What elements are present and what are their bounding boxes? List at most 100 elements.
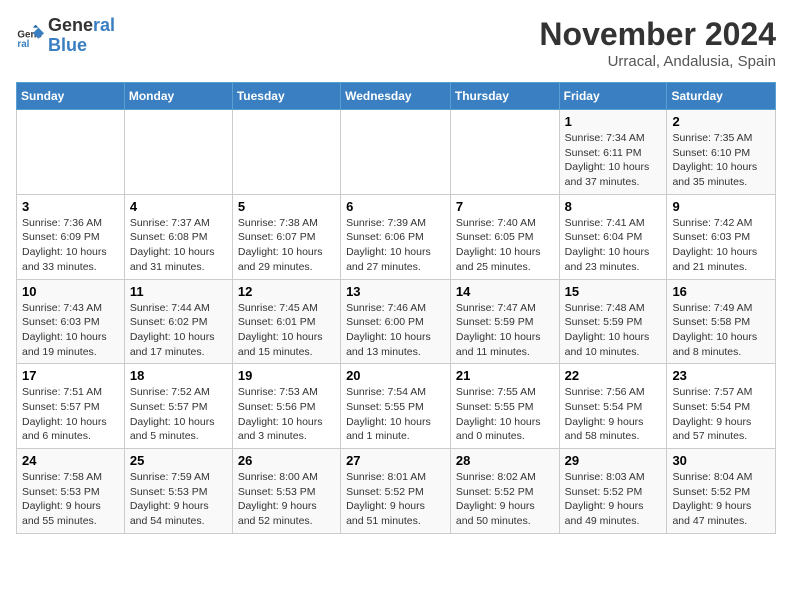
calendar-cell: [341, 110, 451, 195]
day-number: 4: [130, 199, 227, 214]
location: Urracal, Andalusia, Spain: [539, 53, 776, 70]
day-info: Sunrise: 7:47 AM Sunset: 5:59 PM Dayligh…: [456, 301, 554, 360]
header-monday: Monday: [124, 83, 232, 110]
day-info: Sunrise: 7:43 AM Sunset: 6:03 PM Dayligh…: [22, 301, 119, 360]
calendar-cell: 23 Sunrise: 7:57 AM Sunset: 5:54 PM Dayli…: [667, 364, 776, 449]
day-number: 18: [130, 368, 227, 383]
day-info: Sunrise: 7:34 AM Sunset: 6:11 PM Dayligh…: [565, 131, 662, 190]
calendar-cell: 13 Sunrise: 7:46 AM Sunset: 6:00 PM Dayli…: [341, 279, 451, 364]
calendar-cell: 4 Sunrise: 7:37 AM Sunset: 6:08 PM Daylig…: [124, 194, 232, 279]
day-info: Sunrise: 8:04 AM Sunset: 5:52 PM Dayligh…: [672, 470, 770, 529]
day-number: 26: [238, 453, 335, 468]
day-number: 30: [672, 453, 770, 468]
logo-text: GeneralBlue: [48, 16, 115, 56]
calendar-cell: [124, 110, 232, 195]
day-number: 24: [22, 453, 119, 468]
svg-text:ral: ral: [17, 39, 29, 50]
day-info: Sunrise: 7:45 AM Sunset: 6:01 PM Dayligh…: [238, 301, 335, 360]
day-number: 19: [238, 368, 335, 383]
month-title: November 2024: [539, 16, 776, 53]
calendar-cell: 14 Sunrise: 7:47 AM Sunset: 5:59 PM Dayli…: [450, 279, 559, 364]
calendar-cell: 11Sunrise: 7:44 AM Sunset: 6:02 PM Dayli…: [124, 279, 232, 364]
day-number: 21: [456, 368, 554, 383]
day-number: 28: [456, 453, 554, 468]
day-number: 17: [22, 368, 119, 383]
calendar-cell: 6 Sunrise: 7:39 AM Sunset: 6:06 PM Daylig…: [341, 194, 451, 279]
calendar-cell: 3 Sunrise: 7:36 AM Sunset: 6:09 PM Daylig…: [17, 194, 125, 279]
day-number: 22: [565, 368, 662, 383]
calendar-cell: 16 Sunrise: 7:49 AM Sunset: 5:58 PM Dayli…: [667, 279, 776, 364]
day-number: 6: [346, 199, 445, 214]
day-number: 3: [22, 199, 119, 214]
calendar-cell: 30 Sunrise: 8:04 AM Sunset: 5:52 PM Dayli…: [667, 449, 776, 534]
calendar-cell: 18 Sunrise: 7:52 AM Sunset: 5:57 PM Dayli…: [124, 364, 232, 449]
day-number: 7: [456, 199, 554, 214]
day-info: Sunrise: 8:02 AM Sunset: 5:52 PM Dayligh…: [456, 470, 554, 529]
calendar-table: SundayMondayTuesdayWednesdayThursdayFrid…: [16, 82, 776, 534]
calendar-cell: 22 Sunrise: 7:56 AM Sunset: 5:54 PM Dayli…: [559, 364, 667, 449]
title-area: November 2024 Urracal, Andalusia, Spain: [539, 16, 776, 70]
day-number: 16: [672, 284, 770, 299]
day-number: 12: [238, 284, 335, 299]
day-info: Sunrise: 7:38 AM Sunset: 6:07 PM Dayligh…: [238, 216, 335, 275]
calendar-header-row: SundayMondayTuesdayWednesdayThursdayFrid…: [17, 83, 776, 110]
header-wednesday: Wednesday: [341, 83, 451, 110]
day-number: 8: [565, 199, 662, 214]
day-info: Sunrise: 7:59 AM Sunset: 5:53 PM Dayligh…: [130, 470, 227, 529]
calendar-cell: 26 Sunrise: 8:00 AM Sunset: 5:53 PM Dayli…: [232, 449, 340, 534]
day-info: Sunrise: 7:41 AM Sunset: 6:04 PM Dayligh…: [565, 216, 662, 275]
day-number: 1: [565, 114, 662, 129]
day-info: Sunrise: 7:52 AM Sunset: 5:57 PM Dayligh…: [130, 385, 227, 444]
header-saturday: Saturday: [667, 83, 776, 110]
calendar-cell: 28 Sunrise: 8:02 AM Sunset: 5:52 PM Dayli…: [450, 449, 559, 534]
day-info: Sunrise: 7:37 AM Sunset: 6:08 PM Dayligh…: [130, 216, 227, 275]
header-thursday: Thursday: [450, 83, 559, 110]
calendar-week-4: 17 Sunrise: 7:51 AM Sunset: 5:57 PM Dayli…: [17, 364, 776, 449]
day-number: 5: [238, 199, 335, 214]
day-info: Sunrise: 7:56 AM Sunset: 5:54 PM Dayligh…: [565, 385, 662, 444]
day-number: 14: [456, 284, 554, 299]
day-info: Sunrise: 7:46 AM Sunset: 6:00 PM Dayligh…: [346, 301, 445, 360]
day-info: Sunrise: 7:39 AM Sunset: 6:06 PM Dayligh…: [346, 216, 445, 275]
day-number: 10: [22, 284, 119, 299]
calendar-week-3: 10 Sunrise: 7:43 AM Sunset: 6:03 PM Dayli…: [17, 279, 776, 364]
calendar-cell: 12 Sunrise: 7:45 AM Sunset: 6:01 PM Dayli…: [232, 279, 340, 364]
day-number: 20: [346, 368, 445, 383]
day-info: Sunrise: 7:49 AM Sunset: 5:58 PM Dayligh…: [672, 301, 770, 360]
calendar-week-1: 1 Sunrise: 7:34 AM Sunset: 6:11 PM Daylig…: [17, 110, 776, 195]
day-info: Sunrise: 7:54 AM Sunset: 5:55 PM Dayligh…: [346, 385, 445, 444]
day-info: Sunrise: 7:58 AM Sunset: 5:53 PM Dayligh…: [22, 470, 119, 529]
day-info: Sunrise: 7:36 AM Sunset: 6:09 PM Dayligh…: [22, 216, 119, 275]
calendar-cell: [450, 110, 559, 195]
day-info: Sunrise: 7:55 AM Sunset: 5:55 PM Dayligh…: [456, 385, 554, 444]
day-info: Sunrise: 7:51 AM Sunset: 5:57 PM Dayligh…: [22, 385, 119, 444]
day-info: Sunrise: 7:48 AM Sunset: 5:59 PM Dayligh…: [565, 301, 662, 360]
calendar-cell: 10 Sunrise: 7:43 AM Sunset: 6:03 PM Dayli…: [17, 279, 125, 364]
calendar-week-2: 3 Sunrise: 7:36 AM Sunset: 6:09 PM Daylig…: [17, 194, 776, 279]
calendar-week-5: 24 Sunrise: 7:58 AM Sunset: 5:53 PM Dayli…: [17, 449, 776, 534]
day-info: Sunrise: 7:42 AM Sunset: 6:03 PM Dayligh…: [672, 216, 770, 275]
day-info: Sunrise: 7:57 AM Sunset: 5:54 PM Dayligh…: [672, 385, 770, 444]
calendar-cell: 7Sunrise: 7:40 AM Sunset: 6:05 PM Daylig…: [450, 194, 559, 279]
day-info: Sunrise: 7:44 AM Sunset: 6:02 PM Dayligh…: [130, 301, 227, 360]
calendar-cell: 8 Sunrise: 7:41 AM Sunset: 6:04 PM Daylig…: [559, 194, 667, 279]
day-number: 25: [130, 453, 227, 468]
day-number: 23: [672, 368, 770, 383]
day-info: Sunrise: 8:00 AM Sunset: 5:53 PM Dayligh…: [238, 470, 335, 529]
header-sunday: Sunday: [17, 83, 125, 110]
calendar-cell: 20 Sunrise: 7:54 AM Sunset: 5:55 PM Dayli…: [341, 364, 451, 449]
calendar-cell: [232, 110, 340, 195]
calendar-cell: [17, 110, 125, 195]
calendar-cell: 24 Sunrise: 7:58 AM Sunset: 5:53 PM Dayli…: [17, 449, 125, 534]
day-info: Sunrise: 7:35 AM Sunset: 6:10 PM Dayligh…: [672, 131, 770, 190]
calendar-cell: 2Sunrise: 7:35 AM Sunset: 6:10 PM Daylig…: [667, 110, 776, 195]
calendar-cell: 15 Sunrise: 7:48 AM Sunset: 5:59 PM Dayli…: [559, 279, 667, 364]
day-number: 13: [346, 284, 445, 299]
day-number: 27: [346, 453, 445, 468]
day-number: 15: [565, 284, 662, 299]
calendar-cell: 25 Sunrise: 7:59 AM Sunset: 5:53 PM Dayli…: [124, 449, 232, 534]
calendar-cell: 27Sunrise: 8:01 AM Sunset: 5:52 PM Dayli…: [341, 449, 451, 534]
calendar-cell: 21 Sunrise: 7:55 AM Sunset: 5:55 PM Dayli…: [450, 364, 559, 449]
calendar-cell: 5 Sunrise: 7:38 AM Sunset: 6:07 PM Daylig…: [232, 194, 340, 279]
page-header: Gene ral GeneralBlue November 2024 Urrac…: [16, 16, 776, 70]
